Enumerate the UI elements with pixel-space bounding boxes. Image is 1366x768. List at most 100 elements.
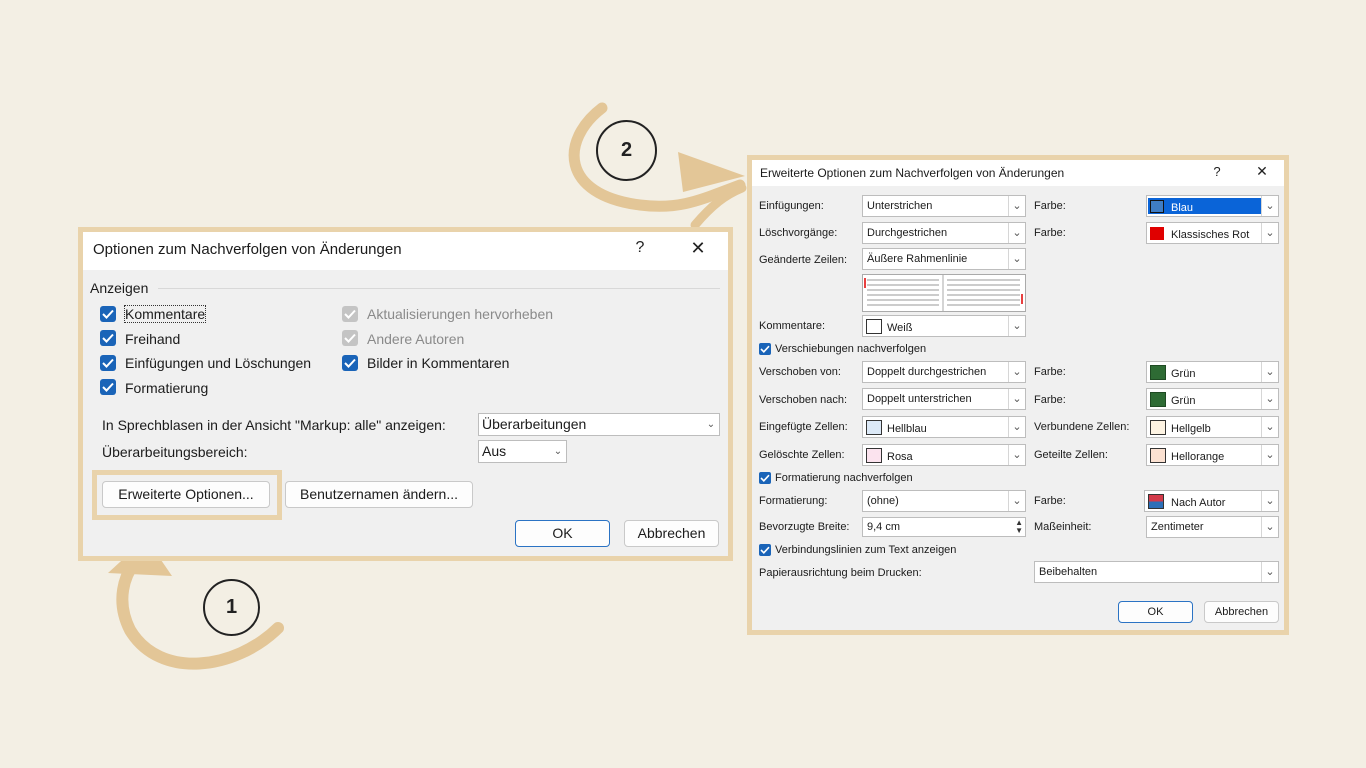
select-formatierung-farbe[interactable]: Nach Autor ⌄ (1144, 490, 1279, 512)
select-verschoben-nach-farbe[interactable]: Grün ⌄ (1146, 388, 1279, 410)
label-loeschvorgaenge: Löschvorgänge: (759, 227, 838, 239)
select-einfuegungen[interactable]: Unterstrichen ⌄ (862, 195, 1026, 217)
select-masseinheit-value: Zentimeter (1151, 521, 1204, 533)
chevron-down-icon: ⌄ (1008, 249, 1025, 269)
blau-swatch (1150, 200, 1164, 213)
dialog1-titlebar: Optionen zum Nachverfolgen von Änderunge… (83, 232, 728, 270)
select-geloeschte-zellen[interactable]: Rosa ⌄ (862, 444, 1026, 466)
select-verschoben-von[interactable]: Doppelt durchgestrichen ⌄ (862, 361, 1026, 383)
select-formatierung-value: (ohne) (867, 495, 899, 507)
checkbox-einfuegungen-loeschungen[interactable] (100, 355, 116, 371)
select-verbundene-zellen[interactable]: Hellgelb ⌄ (1146, 416, 1279, 438)
close-button[interactable]: ✕ (1252, 163, 1272, 180)
spinner-icon[interactable]: ▲ ▼ (1015, 519, 1023, 535)
gruen-swatch (1150, 365, 1166, 380)
select-loeschvorgaenge[interactable]: Durchgestrichen ⌄ (862, 222, 1026, 244)
benutzernamen-aendern-button[interactable]: Benutzernamen ändern... (285, 481, 473, 508)
rosa-swatch (866, 448, 882, 463)
ok-button[interactable]: OK (1118, 601, 1193, 623)
cancel-button[interactable]: Abbrechen (624, 520, 719, 547)
select-einfuegungen-farbe[interactable]: Blau ⌄ (1146, 195, 1279, 217)
label-bilder-in-kommentaren: Bilder in Kommentaren (367, 355, 510, 371)
select-geteilte-zellen[interactable]: Hellorange ⌄ (1146, 444, 1279, 466)
label-verschiebungen: Verschiebungen nachverfolgen (775, 343, 927, 355)
label-papierausrichtung: Papierausrichtung beim Drucken: (759, 567, 922, 579)
label-eingefuegte-zellen: Eingefügte Zellen: (759, 421, 848, 433)
klassisches-rot-swatch (1150, 227, 1164, 240)
select-formatierung-farbe-value: Nach Autor (1171, 497, 1226, 509)
gruen-swatch (1150, 392, 1166, 407)
select-kommentare[interactable]: Weiß ⌄ (862, 315, 1026, 337)
label-einfuegungen-loeschungen: Einfügungen und Löschungen (125, 355, 312, 371)
checkbox-aktualisierungen[interactable] (342, 306, 358, 322)
label-verschoben-nach-farbe: Farbe: (1034, 394, 1066, 406)
chevron-down-icon: ⌄ (706, 419, 716, 430)
select-papierausrichtung[interactable]: Beibehalten ⌄ (1034, 561, 1279, 583)
select-verschoben-von-farbe[interactable]: Grün ⌄ (1146, 361, 1279, 383)
select-einfuegungen-farbe-value: Blau (1171, 202, 1194, 214)
dialog1-title: Optionen zum Nachverfolgen von Änderunge… (93, 241, 402, 258)
chevron-down-icon: ⌄ (1261, 223, 1278, 243)
hellgelb-swatch (1150, 420, 1166, 435)
label-geaenderte-zeilen: Geänderte Zeilen: (759, 254, 848, 266)
label-sprechblasen: In Sprechblasen in der Ansicht "Markup: … (102, 417, 446, 433)
label-verbindungslinien: Verbindungslinien zum Text anzeigen (775, 544, 957, 556)
checkbox-freihand[interactable] (100, 330, 116, 346)
help-button[interactable]: ? (1207, 164, 1227, 179)
close-button[interactable]: ✕ (685, 238, 711, 259)
section-divider (158, 288, 720, 289)
label-aktualisierungen: Aktualisierungen hervorheben (367, 306, 554, 322)
select-loesch-farbe-value: Klassisches Rot (1171, 229, 1250, 241)
checkbox-andere-autoren[interactable] (342, 330, 358, 346)
select-verschoben-nach-farbe-value: Grün (1171, 395, 1196, 407)
checkbox-formatierung[interactable] (100, 379, 116, 395)
checkbox-kommentare[interactable] (100, 306, 116, 322)
label-formatierung-nachverfolgen: Formatierung nachverfolgen (775, 472, 913, 484)
label-verschoben-von: Verschoben von: (759, 366, 841, 378)
select-eingefuegte-zellen-value: Hellblau (887, 423, 927, 435)
hellorange-swatch (1150, 448, 1166, 463)
label-masseinheit: Maßeinheit: (1034, 521, 1092, 533)
dialog2-title: Erweiterte Optionen zum Nachverfolgen vo… (760, 166, 1065, 180)
checkbox-bilder-in-kommentaren[interactable] (342, 355, 358, 371)
select-formatierung[interactable]: (ohne) ⌄ (862, 490, 1026, 512)
erweiterte-optionen-button[interactable]: Erweiterte Optionen... (102, 481, 270, 508)
step-2-badge: 2 (596, 120, 657, 181)
checkbox-verbindungslinien[interactable] (759, 544, 771, 556)
chevron-down-icon: ⌄ (1261, 362, 1278, 382)
select-verschoben-nach[interactable]: Doppelt unterstrichen ⌄ (862, 388, 1026, 410)
select-verschoben-von-farbe-value: Grün (1171, 368, 1196, 380)
nach-autor-swatch (1148, 494, 1164, 509)
select-geaenderte-zeilen-value: Äußere Rahmenlinie (867, 253, 968, 265)
chevron-down-icon: ⌄ (1008, 223, 1025, 243)
chevron-down-icon: ⌄ (1261, 445, 1278, 465)
ok-button[interactable]: OK (515, 520, 610, 547)
select-geaenderte-zeilen[interactable]: Äußere Rahmenlinie ⌄ (862, 248, 1026, 270)
select-geloeschte-zellen-value: Rosa (887, 451, 913, 463)
label-einfuegungen-farbe: Farbe: (1034, 200, 1066, 212)
dialog-track-changes-options: Optionen zum Nachverfolgen von Änderunge… (83, 232, 728, 556)
input-bevorzugte-breite-value: 9,4 cm (867, 521, 901, 533)
label-andere-autoren: Andere Autoren (367, 331, 465, 347)
select-loesch-farbe[interactable]: Klassisches Rot ⌄ (1146, 222, 1279, 244)
select-sprechblasen-value: Überarbeitungen (482, 416, 587, 432)
select-verbundene-zellen-value: Hellgelb (1171, 423, 1211, 435)
checkbox-verschiebungen[interactable] (759, 343, 771, 355)
select-masseinheit[interactable]: Zentimeter ⌄ (1146, 516, 1279, 538)
select-einfuegungen-value: Unterstrichen (867, 200, 933, 212)
checkbox-formatierung-nachverfolgen[interactable] (759, 472, 771, 484)
label-formatierung: Formatierung (125, 380, 209, 396)
label-geteilte-zellen: Geteilte Zellen: (1034, 449, 1108, 461)
step-1-badge: 1 (203, 579, 260, 636)
help-button[interactable]: ? (628, 239, 652, 257)
chevron-down-icon: ⌄ (1008, 362, 1025, 382)
cancel-button[interactable]: Abbrechen (1204, 601, 1279, 623)
label-freihand: Freihand (125, 331, 181, 347)
input-bevorzugte-breite[interactable]: 9,4 cm ▲ ▼ (862, 517, 1026, 537)
label-loesch-farbe: Farbe: (1034, 227, 1066, 239)
label-ueberarbeitungsbereich: Überarbeitungsbereich: (102, 444, 248, 460)
select-eingefuegte-zellen[interactable]: Hellblau ⌄ (862, 416, 1026, 438)
label-einfuegungen: Einfügungen: (759, 200, 824, 212)
select-ueberarbeitungsbereich[interactable]: Aus ⌄ (478, 440, 567, 463)
select-sprechblasen[interactable]: Überarbeitungen ⌄ (478, 413, 720, 436)
